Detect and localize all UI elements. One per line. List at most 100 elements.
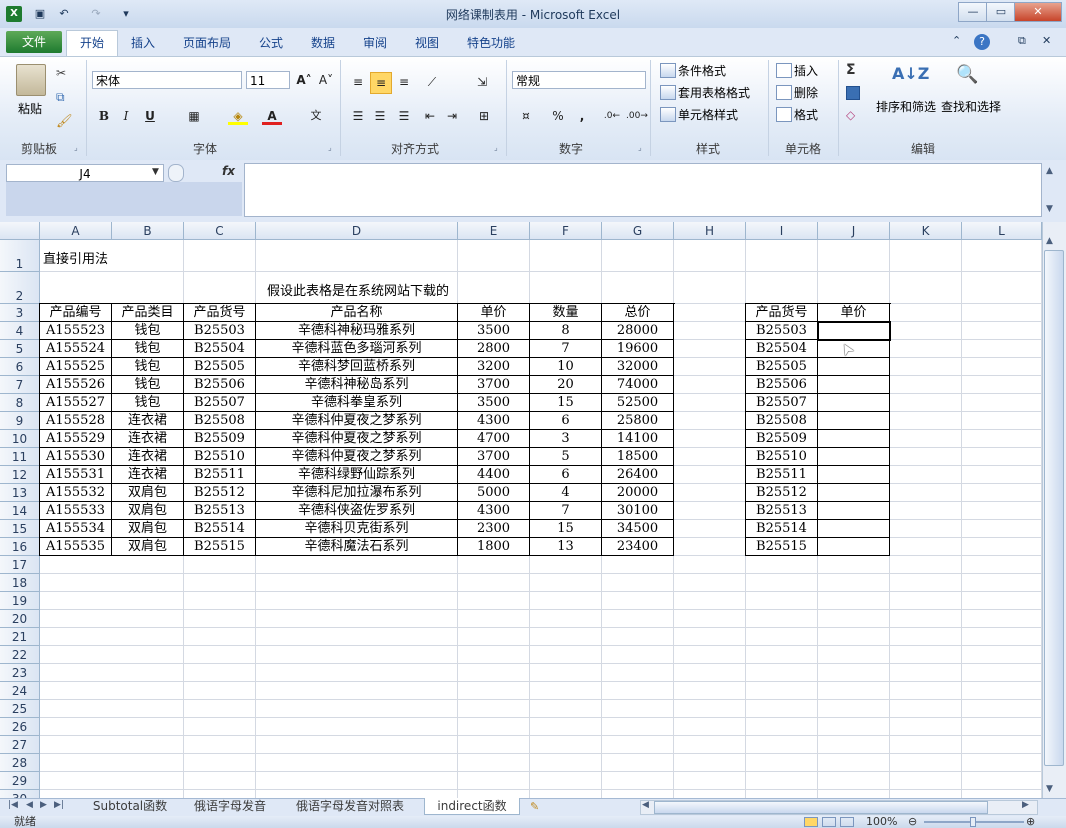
row-header-25[interactable]: 25 [0,700,40,718]
table-cell[interactable]: 3700 [458,448,530,466]
row-header-14[interactable]: 14 [0,502,40,520]
row-header-11[interactable]: 11 [0,448,40,466]
tab-file[interactable]: 文件 [6,31,62,53]
table-cell[interactable]: A155524 [40,340,112,358]
table-cell[interactable]: 34500 [602,520,674,538]
scroll-up-icon[interactable]: ▲ [1046,236,1053,246]
lookup-key-cell[interactable]: B25504 [746,340,818,358]
row-header-21[interactable]: 21 [0,628,40,646]
table-cell[interactable]: B25506 [184,376,256,394]
lookup-key-cell[interactable]: B25510 [746,448,818,466]
row-header-7[interactable]: 7 [0,376,40,394]
cell-styles-button[interactable]: 单元格样式 [678,106,738,123]
table-cell[interactable]: A155527 [40,394,112,412]
table-header-cell[interactable]: 数量 [530,304,602,322]
table-cell[interactable]: 辛德科仲夏夜之梦系列 [256,448,458,466]
find-select-icon[interactable]: 🔍 [956,64,978,85]
delete-cells-button[interactable]: 删除 [794,84,818,101]
merge-center-icon[interactable]: ⊞ [474,106,494,126]
table-cell[interactable]: 辛德科拳皇系列 [256,394,458,412]
table-cell[interactable]: 25800 [602,412,674,430]
lookup-key-cell[interactable]: B25515 [746,538,818,556]
zoom-out-icon[interactable]: ⊖ [908,815,917,828]
format-cells-icon[interactable] [776,107,792,122]
underline-button[interactable]: U [140,106,160,126]
row-header-2[interactable]: 2 [0,272,40,304]
table-cell[interactable]: B25504 [184,340,256,358]
table-cell[interactable]: 辛德科绿野仙踪系列 [256,466,458,484]
table-cell[interactable]: 连衣裙 [112,448,184,466]
table-cell[interactable]: A155528 [40,412,112,430]
table-cell[interactable]: 18500 [602,448,674,466]
active-cell-J4[interactable] [817,321,891,341]
sheet-nav-next-icon[interactable]: ▶ [40,800,47,810]
lookup-key-cell[interactable]: B25509 [746,430,818,448]
lookup-header-cell[interactable]: 产品货号 [746,304,818,322]
column-header-D[interactable]: D [256,222,458,240]
zoom-in-icon[interactable]: ⊕ [1026,815,1035,828]
ribbon-minimize-icon[interactable]: ⌃ [952,34,961,47]
table-cell[interactable]: 8 [530,322,602,340]
table-cell[interactable]: 3 [530,430,602,448]
formula-bar-expand-icon[interactable] [168,164,184,182]
table-header-cell[interactable]: 产品货号 [184,304,256,322]
decrease-decimal-icon[interactable]: .00→ [626,106,648,126]
lookup-price-cell[interactable] [818,502,890,520]
table-cell[interactable]: B25505 [184,358,256,376]
table-cell[interactable]: 双肩包 [112,484,184,502]
row-header-4[interactable]: 4 [0,322,40,340]
column-header-E[interactable]: E [458,222,530,240]
help-icon[interactable]: ? [974,34,990,50]
sheet-tab-subtotal[interactable]: Subtotal函数 [82,798,178,815]
row-header-6[interactable]: 6 [0,358,40,376]
table-cell[interactable]: 2300 [458,520,530,538]
lookup-key-cell[interactable]: B25506 [746,376,818,394]
font-launcher-icon[interactable]: ⌟ [328,143,332,152]
table-cell[interactable]: 6 [530,412,602,430]
table-cell[interactable]: A155526 [40,376,112,394]
table-cell[interactable]: B25503 [184,322,256,340]
table-cell[interactable]: 5000 [458,484,530,502]
row-header-15[interactable]: 15 [0,520,40,538]
tab-page-layout[interactable]: 页面布局 [183,34,231,51]
horizontal-scroll-thumb[interactable] [654,801,988,814]
lookup-price-cell[interactable] [818,412,890,430]
phonetic-icon[interactable]: 文 [306,106,326,126]
wrap-text-icon[interactable]: ⇲ [472,72,492,92]
table-cell[interactable]: A155533 [40,502,112,520]
table-cell[interactable]: 20000 [602,484,674,502]
number-launcher-icon[interactable]: ⌟ [638,143,642,152]
lookup-price-cell[interactable] [818,376,890,394]
table-cell[interactable]: 4400 [458,466,530,484]
table-header-cell[interactable]: 产品名称 [256,304,458,322]
row-header-19[interactable]: 19 [0,592,40,610]
close-button[interactable]: ✕ [1014,2,1062,22]
format-cells-button[interactable]: 格式 [794,106,818,123]
column-header-K[interactable]: K [890,222,962,240]
lookup-price-cell[interactable] [818,520,890,538]
table-cell[interactable]: 连衣裙 [112,430,184,448]
comma-button[interactable]: , [572,106,592,126]
table-cell[interactable]: 辛德科神秘岛系列 [256,376,458,394]
row-header-12[interactable]: 12 [0,466,40,484]
align-middle-icon[interactable]: ≡ [370,72,392,94]
row-header-3[interactable]: 3 [0,304,40,322]
lookup-key-cell[interactable]: B25512 [746,484,818,502]
table-cell[interactable]: A155529 [40,430,112,448]
scroll-left-icon[interactable]: ◀ [642,800,649,810]
number-format-select[interactable]: 常规 [512,71,646,89]
name-box-dropdown-icon[interactable]: ▼ [152,167,159,177]
table-cell[interactable]: B25515 [184,538,256,556]
row-header-9[interactable]: 9 [0,412,40,430]
tab-home[interactable]: 开始 [66,30,118,57]
font-name-select[interactable]: 宋体 [92,71,242,89]
paste-button-label[interactable]: 粘贴 [18,100,42,117]
column-header-G[interactable]: G [602,222,674,240]
table-cell[interactable]: 双肩包 [112,502,184,520]
table-cell[interactable]: 13 [530,538,602,556]
row-header-8[interactable]: 8 [0,394,40,412]
insert-function-button[interactable]: fx [222,164,235,178]
tab-special[interactable]: 特色功能 [467,34,515,51]
column-header-B[interactable]: B [112,222,184,240]
lookup-price-cell[interactable] [818,466,890,484]
